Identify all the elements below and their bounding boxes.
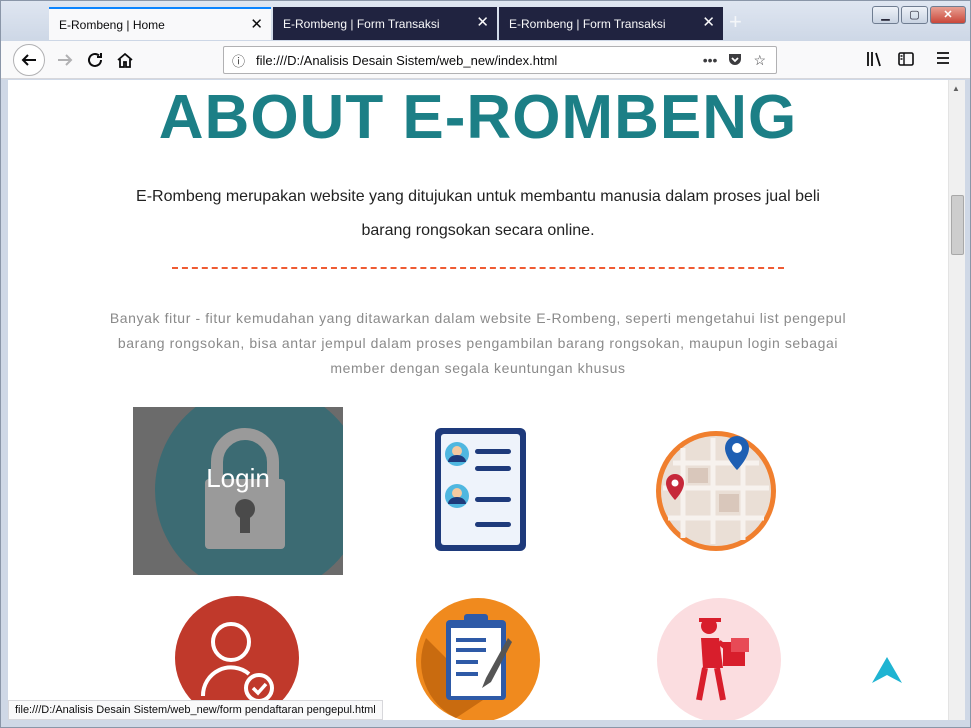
map-pin-icon bbox=[656, 431, 776, 551]
scroll-thumb[interactable] bbox=[951, 195, 964, 255]
contact-list-icon bbox=[435, 428, 526, 551]
map-feature[interactable] bbox=[653, 428, 779, 559]
reload-button[interactable] bbox=[81, 46, 109, 74]
clipboard-icon bbox=[416, 598, 540, 720]
pengepul-list-feature[interactable] bbox=[433, 426, 528, 558]
page-title: ABOUT E-ROMBENG bbox=[158, 83, 798, 152]
page-content: ABOUT E-ROMBENG E-Rombeng merupakan webs… bbox=[8, 80, 948, 720]
reload-icon bbox=[88, 52, 102, 67]
tab-label: E-Rombeng | Form Transaksi bbox=[283, 16, 440, 31]
status-bar: file:///D:/Analisis Desain Sistem/web_ne… bbox=[8, 700, 383, 720]
window-close-button[interactable]: ✕ bbox=[930, 6, 966, 24]
dashed-divider bbox=[172, 267, 784, 269]
login-feature[interactable]: Login bbox=[133, 407, 343, 575]
arrow-left-icon bbox=[21, 54, 36, 66]
minimize-button[interactable]: ▁ bbox=[872, 6, 899, 24]
description-paragraph: Banyak fitur - fitur kemudahan yang dita… bbox=[109, 310, 847, 376]
lead-paragraph: E-Rombeng merupakan website yang ditujuk… bbox=[136, 188, 820, 239]
close-icon[interactable]: ✕ bbox=[702, 15, 715, 30]
home-button[interactable] bbox=[111, 46, 139, 74]
browser-window: E-Rombeng | Home ✕ E-Rombeng | Form Tran… bbox=[0, 0, 971, 728]
tab-form-transaksi-1[interactable]: E-Rombeng | Form Transaksi ✕ bbox=[273, 7, 497, 40]
tab-label: E-Rombeng | Home bbox=[59, 17, 165, 32]
pickup-feature[interactable] bbox=[657, 598, 782, 720]
forward-button[interactable] bbox=[51, 46, 79, 74]
new-tab-button[interactable]: + bbox=[729, 9, 742, 35]
login-label: Login bbox=[206, 463, 270, 493]
back-button[interactable] bbox=[13, 44, 45, 76]
close-icon[interactable]: ✕ bbox=[250, 17, 263, 32]
pocket-icon[interactable] bbox=[727, 51, 743, 70]
window-controls: ▁ ▢ ✕ bbox=[872, 6, 966, 24]
url-text[interactable]: file:///D:/Analisis Desain Sistem/web_ne… bbox=[256, 53, 703, 68]
maximize-button[interactable]: ▢ bbox=[901, 6, 928, 24]
arrow-up-icon bbox=[872, 657, 902, 683]
tab-label: E-Rombeng | Form Transaksi bbox=[509, 16, 666, 31]
menu-icon[interactable] bbox=[935, 50, 951, 70]
close-icon[interactable]: ✕ bbox=[476, 15, 489, 30]
sidebar-icon[interactable] bbox=[897, 50, 915, 72]
tab-strip: E-Rombeng | Home ✕ E-Rombeng | Form Tran… bbox=[1, 1, 970, 41]
tab-form-transaksi-2[interactable]: E-Rombeng | Form Transaksi ✕ bbox=[499, 7, 723, 40]
more-actions-icon[interactable]: ••• bbox=[703, 52, 718, 68]
bookmark-star-icon[interactable]: ☆ bbox=[753, 52, 766, 69]
scroll-to-top-button[interactable] bbox=[870, 655, 904, 690]
info-icon[interactable]: ⓘ bbox=[232, 51, 252, 70]
transaction-form-feature[interactable] bbox=[416, 598, 540, 720]
page-scrollbar[interactable]: ▲ bbox=[948, 80, 965, 720]
arrow-right-icon bbox=[58, 54, 73, 66]
home-icon bbox=[117, 52, 133, 68]
nav-toolbar: ⓘ file:///D:/Analisis Desain Sistem/web_… bbox=[1, 41, 970, 79]
address-bar[interactable]: ⓘ file:///D:/Analisis Desain Sistem/web_… bbox=[223, 46, 777, 74]
scroll-up-icon[interactable]: ▲ bbox=[952, 84, 960, 93]
tab-home[interactable]: E-Rombeng | Home ✕ bbox=[49, 7, 271, 40]
library-icon[interactable] bbox=[865, 50, 883, 72]
delivery-man-icon bbox=[657, 598, 781, 720]
